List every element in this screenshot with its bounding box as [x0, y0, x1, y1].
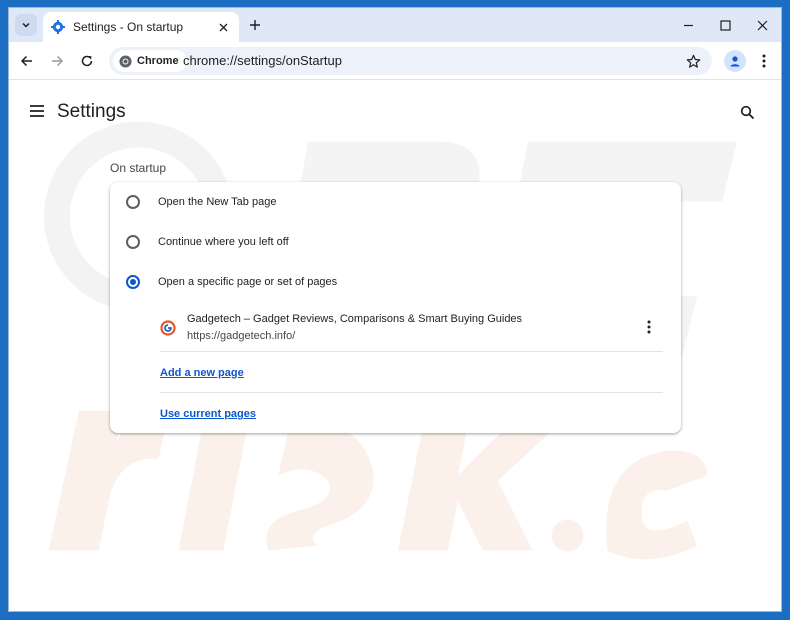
settings-page: Settings On startup Open the New Tab pag… — [9, 81, 781, 611]
minimize-icon — [683, 24, 693, 26]
section-title: On startup — [110, 161, 167, 175]
browser-menu-button[interactable] — [754, 51, 774, 71]
startup-page-url: https://gadgetech.info/ — [187, 330, 296, 342]
back-button[interactable] — [17, 51, 37, 71]
use-current-row: Use current pages — [160, 394, 663, 434]
minimize-button[interactable] — [679, 16, 697, 34]
option-specific-pages[interactable]: Open a specific page or set of pages — [110, 262, 681, 302]
page-title: Settings — [57, 101, 126, 122]
use-current-pages-link[interactable]: Use current pages — [160, 408, 256, 420]
new-tab-button[interactable] — [246, 16, 264, 34]
tab-settings[interactable]: Settings - On startup — [43, 12, 239, 42]
option-new-tab[interactable]: Open the New Tab page — [110, 182, 681, 222]
forward-button[interactable] — [47, 51, 67, 71]
maximize-icon — [719, 19, 731, 31]
option-label: Open a specific page or set of pages — [158, 276, 338, 288]
bookmark-button[interactable] — [684, 52, 702, 70]
close-icon — [219, 23, 227, 31]
chrome-logo-icon — [119, 54, 132, 68]
tab-title: Settings - On startup — [73, 20, 184, 34]
radio-button-selected[interactable] — [126, 275, 140, 289]
close-icon — [757, 20, 767, 30]
startup-page-menu-button[interactable] — [641, 318, 657, 336]
reload-icon — [81, 55, 93, 67]
chevron-down-icon — [22, 22, 30, 28]
option-label: Open the New Tab page — [158, 196, 277, 208]
close-window-button[interactable] — [753, 16, 771, 34]
startup-page-name: Gadgetech – Gadget Reviews, Comparisons … — [187, 313, 523, 325]
back-arrow-icon — [20, 55, 32, 67]
browser-window: Settings - On startup Chrome chrome://se… — [8, 7, 782, 612]
tab-close-button[interactable] — [215, 19, 231, 35]
toolbar: Chrome chrome://settings/onStartup — [9, 42, 781, 80]
settings-gear-icon — [51, 20, 65, 34]
star-icon — [686, 54, 700, 68]
chip-label: Chrome — [137, 55, 179, 67]
startup-page-entry: Gadgetech – Gadget Reviews, Comparisons … — [160, 310, 663, 352]
startup-options-card: Open the New Tab page Continue where you… — [110, 182, 681, 433]
plus-icon — [250, 20, 260, 30]
option-label: Continue where you left off — [158, 236, 289, 248]
address-bar[interactable]: Chrome chrome://settings/onStartup — [109, 47, 712, 75]
settings-search-button[interactable] — [738, 103, 756, 121]
radio-button[interactable] — [126, 195, 140, 209]
maximize-button[interactable] — [716, 16, 734, 34]
option-continue[interactable]: Continue where you left off — [110, 222, 681, 262]
reload-button[interactable] — [77, 51, 97, 71]
kebab-menu-icon — [762, 54, 766, 68]
profile-button[interactable] — [724, 50, 746, 72]
tab-search-button[interactable] — [15, 14, 37, 36]
kebab-menu-icon — [647, 320, 651, 334]
add-new-page-link[interactable]: Add a new page — [160, 367, 244, 379]
tab-strip: Settings - On startup — [9, 8, 781, 42]
add-page-row: Add a new page — [160, 353, 663, 393]
site-favicon-icon — [160, 320, 176, 336]
radio-button[interactable] — [126, 235, 140, 249]
site-info-chip[interactable]: Chrome — [113, 50, 187, 72]
profile-icon — [730, 56, 740, 67]
search-icon — [740, 105, 754, 119]
hamburger-icon[interactable] — [29, 103, 45, 119]
forward-arrow-icon — [52, 55, 64, 67]
url-text[interactable]: chrome://settings/onStartup — [183, 53, 342, 68]
